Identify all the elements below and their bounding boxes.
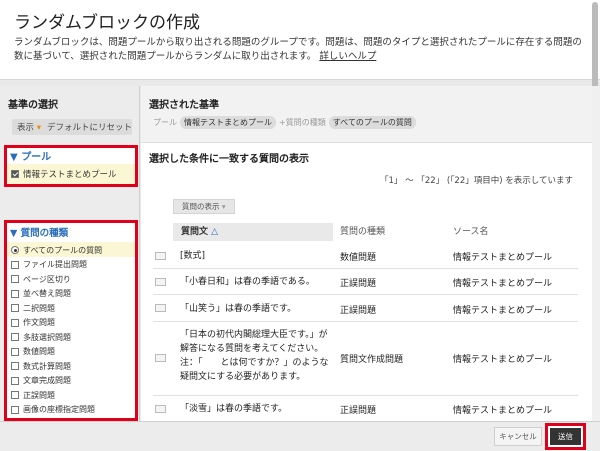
pool-item[interactable]: 情報テストまとめプール [7,164,135,184]
question-type-all[interactable]: すべてのプールの質問 [11,243,135,258]
row-checkbox[interactable] [155,252,166,260]
question-type-item[interactable]: 文章完成問題 [11,374,135,389]
show-questions-button[interactable]: 質問の表示 ▾ [173,199,235,214]
checkbox[interactable] [11,405,19,414]
checkbox[interactable] [11,362,19,371]
row-type: 正誤問題 [340,306,377,316]
checkbox[interactable] [11,391,19,400]
triangle-down-icon: ▼ [10,152,18,163]
table-row[interactable]: 「淡雪」は春の季語です。 正誤問題 情報テストまとめプール [153,396,578,421]
page-description: ランダムブロックは、問題プールから取り出される問題のグループです。問題は、問題の… [14,36,584,64]
footer-bar: キャンセル 送信 [0,421,600,451]
checkbox[interactable] [11,260,19,269]
criteria-heading: 選択された基準 [149,100,219,111]
row-source: 情報テストまとめプール [453,406,553,416]
reset-default-button[interactable]: デフォルトにリセット [47,121,132,133]
checkbox[interactable] [11,304,19,313]
help-link[interactable]: 詳しいヘルプ [319,51,376,62]
row-type: 数値問題 [340,253,377,263]
column-header-question[interactable]: 質問文 △ [173,223,333,241]
row-question: 「日本の初代内閣総理大臣です。」が解答になる質問を考えてください。注：「 とは何… [180,330,329,382]
submit-button[interactable]: 送信 [550,428,581,445]
criteria-pool-label: プール [153,118,177,127]
criteria-type-label: +質問の種類 [279,118,326,127]
criteria-type-chip[interactable]: すべてのプールの質問 [328,116,416,129]
sidebar-toolbar: 表示 ▾ デフォルトにリセット [12,119,132,135]
table-row[interactable]: [数式] 数値問題 情報テストまとめプール [153,243,578,269]
row-source: 情報テストまとめプール [453,279,553,289]
checkbox[interactable] [11,376,19,385]
question-types-section: ▼ 質問の種類 すべてのプールの質問 ファイル提出問題 ページ区切り 並べ替え問… [4,220,138,421]
pool-heading[interactable]: ▼ プール [10,148,51,163]
column-header-type[interactable]: 質問の種類 [340,223,385,241]
description-text: ランダムブロックは、問題プールから取り出される問題のグループです。問題は、問題の… [14,37,582,62]
row-type: 質問文作成問題 [340,355,404,365]
results-range: 「1」 ～ 「22」 (「22」項目中) を表示しています [380,176,573,186]
checkbox[interactable] [11,333,19,342]
row-checkbox[interactable] [155,304,166,312]
row-question: 「山笑う」は春の季語です。 [180,304,297,314]
question-type-item[interactable]: 多肢選択問題 [11,330,135,345]
question-type-item[interactable]: 作文問題 [11,316,135,331]
table-header: 質問文 △ 質問の種類 ソース名 [173,223,578,241]
main-panel: 選択された基準 プール 情報テストまとめプール +質問の種類 すべてのプールの質… [141,86,593,421]
row-type: 正誤問題 [340,279,377,289]
table-row[interactable]: 「日本の初代内閣総理大臣です。」が解答になる質問を考えてください。注：「 とは何… [153,322,578,396]
question-types-heading[interactable]: ▼ 質問の種類 [10,225,68,239]
page-title: ランダムブロックの作成 [14,13,200,33]
column-header-source[interactable]: ソース名 [453,223,489,241]
question-type-item[interactable]: 数値問題 [11,345,135,360]
criteria-chips: プール 情報テストまとめプール +質問の種類 すべてのプールの質問 [153,116,416,129]
question-type-item[interactable]: 二択問題 [11,301,135,316]
question-type-item[interactable]: 並べ替え問題 [11,287,135,302]
pool-section: ▼ プール 情報テストまとめプール [4,145,138,187]
checkbox[interactable] [11,289,19,298]
checkbox[interactable] [11,347,19,356]
submit-highlight: 送信 [545,423,586,450]
cancel-button[interactable]: キャンセル [494,427,542,446]
checkbox[interactable] [11,275,19,284]
table-row[interactable]: 「山笑う」は春の季語です。 正誤問題 情報テストまとめプール [153,295,578,322]
table-row[interactable]: 「小春日和」は春の季語である。 正誤問題 情報テストまとめプール [153,269,578,295]
row-type: 正誤問題 [340,406,377,416]
sidebar-heading: 基準の選択 [8,100,58,111]
selected-criteria: 選択された基準 プール 情報テストまとめプール +質問の種類 すべてのプールの質… [141,86,593,143]
results-heading: 選択した条件に一致する質問の表示 [149,154,309,165]
question-type-list: すべてのプールの質問 ファイル提出問題 ページ区切り 並べ替え問題 二択問題 作… [11,243,135,417]
main-scrollbar[interactable] [592,86,600,421]
row-source: 情報テストまとめプール [453,253,553,263]
sort-ascending-icon: △ [211,227,219,237]
question-type-item[interactable]: 画像の座標指定問題 [11,403,135,418]
page-header: ランダムブロックの作成 ランダムブロックは、問題プールから取り出される問題のグル… [0,0,600,192]
chevron-down-icon: ▾ [36,123,41,133]
checkbox[interactable] [11,318,19,327]
row-question: 「淡雪」は春の季語です。 [180,404,288,414]
criteria-pool-chip[interactable]: 情報テストまとめプール [180,116,276,129]
pool-checkbox[interactable] [11,170,19,178]
row-source: 情報テストまとめプール [453,355,553,365]
row-checkbox[interactable] [155,354,166,362]
radio-button[interactable] [11,246,19,255]
triangle-down-icon: ▼ [10,228,18,239]
pool-item-label: 情報テストまとめプール [23,170,117,180]
row-checkbox[interactable] [155,278,166,286]
question-type-item[interactable]: 数式計算問題 [11,359,135,374]
question-type-item[interactable]: 正誤問題 [11,388,135,403]
question-type-item[interactable]: ファイル提出問題 [11,258,135,273]
question-type-item[interactable]: ページ区切り [11,272,135,287]
row-source: 情報テストまとめプール [453,306,553,316]
chevron-down-icon: ▾ [221,202,226,211]
row-checkbox[interactable] [155,405,166,413]
row-question: [数式] [180,251,206,261]
show-menu-button[interactable]: 表示 ▾ [17,121,41,133]
row-question: 「小春日和」は春の季語である。 [180,277,315,287]
